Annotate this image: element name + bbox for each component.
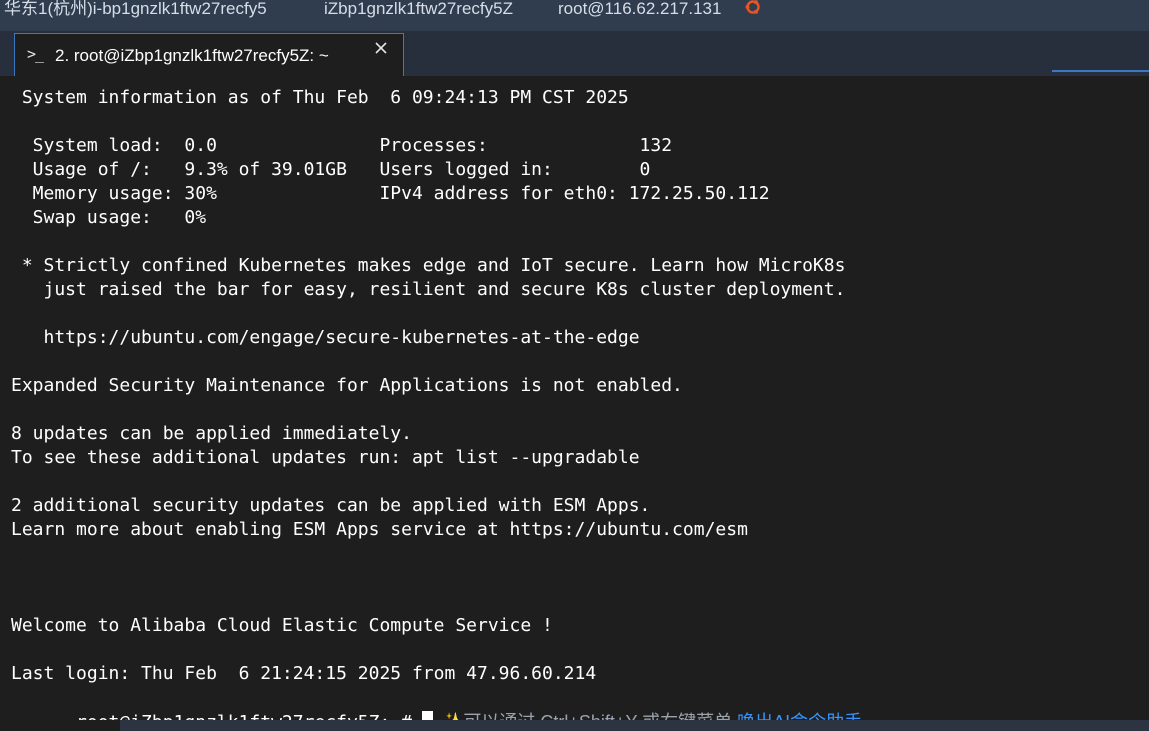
terminal-line: Learn more about enabling ESM Apps servi…: [11, 519, 748, 540]
terminal-line: To see these additional updates run: apt…: [11, 447, 640, 468]
terminal-line: 8 updates can be applied immediately.: [11, 423, 412, 444]
terminal-line: Welcome to Alibaba Cloud Elastic Compute…: [11, 615, 553, 636]
hostname-title: iZbp1gnzlk1ftw27recfy5Z: [324, 0, 513, 18]
terminal-line: * Strictly confined Kubernetes makes edg…: [11, 255, 846, 276]
tab-session-2[interactable]: >_ 2. root@iZbp1gnzlk1ftw27recfy5Z: ~: [14, 33, 404, 76]
tab-bar: >_ 2. root@iZbp1gnzlk1ftw27recfy5Z: ~: [0, 31, 1149, 76]
connection-title: root@116.62.217.131: [558, 0, 722, 18]
tab-label: 2. root@iZbp1gnzlk1ftw27recfy5Z: ~: [55, 46, 329, 65]
terminal-line: System information as of Thu Feb 6 09:24…: [11, 87, 629, 108]
title-bar: 华东1(杭州)i-bp1gnzlk1ftw27recfy5 iZbp1gnzlk…: [0, 0, 1149, 31]
terminal-prompt-icon: >_: [27, 45, 44, 63]
ubuntu-logo-icon: [745, 0, 760, 14]
terminal-line: just raised the bar for easy, resilient …: [11, 279, 846, 300]
instance-title: 华东1(杭州)i-bp1gnzlk1ftw27recfy5: [4, 0, 267, 18]
terminal-line: Memory usage: 30% IPv4 address for eth0:…: [11, 183, 770, 204]
close-icon[interactable]: [374, 41, 388, 55]
terminal-line: System load: 0.0 Processes: 132: [11, 135, 673, 156]
tab-bar-accent: [1052, 70, 1149, 72]
terminal-window: 华东1(杭州)i-bp1gnzlk1ftw27recfy5 iZbp1gnzlk…: [0, 0, 1149, 731]
terminal-output[interactable]: System information as of Thu Feb 6 09:24…: [0, 76, 1149, 731]
terminal-line: 2 additional security updates can be app…: [11, 495, 651, 516]
bottom-strip-dark: [0, 720, 120, 731]
terminal-line: Expanded Security Maintenance for Applic…: [11, 375, 683, 396]
terminal-line: Usage of /: 9.3% of 39.01GB Users logged…: [11, 159, 651, 180]
prompt-line[interactable]: root@iZbp1gnzlk1ftw27recfy5Z:~#✨可以通过 Ctr…: [11, 686, 862, 731]
bottom-scroll-area: [0, 720, 1149, 731]
terminal-line: Swap usage: 0%: [11, 207, 207, 228]
terminal-line: Last login: Thu Feb 6 21:24:15 2025 from…: [11, 663, 597, 684]
terminal-line: https://ubuntu.com/engage/secure-kuberne…: [11, 327, 640, 348]
